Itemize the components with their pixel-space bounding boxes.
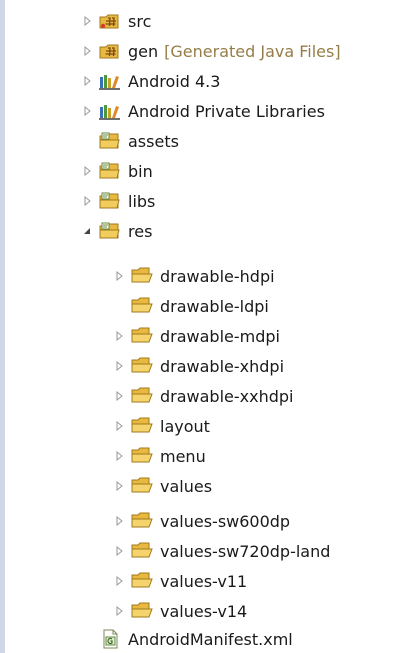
tree-item-bin[interactable]: bin (80, 156, 153, 186)
tree-item-label: src (128, 11, 152, 31)
tree-item-label: drawable-ldpi (160, 296, 269, 316)
folder-icon (130, 325, 154, 347)
tree-item-label: drawable-xhdpi (160, 356, 285, 376)
tree-item-values-sw720dp-land[interactable]: values-sw720dp-land (112, 536, 330, 566)
folder-icon (130, 570, 154, 592)
tree-item-label: bin (128, 161, 153, 181)
package-folder-icon (98, 160, 122, 182)
tree-item-decoration: [Generated Java Files] (164, 41, 341, 61)
library-icon (98, 100, 122, 122)
tree-item-drawable-xhdpi[interactable]: drawable-xhdpi (112, 351, 284, 381)
tree-item-label: values (160, 476, 213, 496)
folder-icon (130, 475, 154, 497)
expand-collapsed-icon[interactable] (80, 164, 94, 178)
folder-icon (130, 600, 154, 622)
folder-icon (130, 510, 154, 532)
source-folder-icon (98, 10, 122, 32)
tree-item-drawable-hdpi[interactable]: drawable-hdpi (112, 261, 275, 291)
tree-item-values-sw600dp[interactable]: values-sw600dp (112, 506, 290, 536)
folder-icon (130, 355, 154, 377)
package-folder-icon (98, 220, 122, 242)
tree-item-drawable-mdpi[interactable]: drawable-mdpi (112, 321, 280, 351)
expand-collapsed-icon[interactable] (112, 269, 126, 283)
folder-icon (130, 265, 154, 287)
tree-item-label: Android 4.3 (128, 71, 221, 91)
tree-item-drawable-xxhdpi[interactable]: drawable-xxhdpi (112, 381, 293, 411)
expand-collapsed-icon[interactable] (112, 514, 126, 528)
source-folder-icon (98, 40, 122, 62)
tree-item-label: AndroidManifest.xml (128, 629, 293, 649)
tree-item-label: drawable-mdpi (160, 326, 280, 346)
expand-collapsed-icon[interactable] (80, 104, 94, 118)
expand-collapsed-icon[interactable] (80, 44, 94, 58)
tree-item-androidmanifest-xml[interactable]: AndroidManifest.xml (80, 624, 293, 653)
tree-item-label: libs (128, 191, 156, 211)
tree-item-src[interactable]: src (80, 6, 151, 36)
expand-collapsed-icon[interactable] (112, 359, 126, 373)
tree-item-layout[interactable]: layout (112, 411, 210, 441)
expand-collapsed-icon[interactable] (112, 389, 126, 403)
tree-item-label: values-v11 (160, 571, 248, 591)
expand-collapsed-icon[interactable] (80, 194, 94, 208)
expand-collapsed-icon[interactable] (80, 14, 94, 28)
package-explorer: src gen [Generated Java Files] Android 4… (0, 0, 406, 653)
tree-item-drawable-ldpi[interactable]: drawable-ldpi (112, 291, 269, 321)
tree-item-android-private-libraries[interactable]: Android Private Libraries (80, 96, 325, 126)
tree-item-label: assets (128, 131, 179, 151)
expand-collapsed-icon[interactable] (112, 574, 126, 588)
expand-collapsed-icon[interactable] (112, 604, 126, 618)
tree-item-label: Android Private Libraries (128, 101, 325, 121)
tree-item-label: layout (160, 416, 210, 436)
tree-item-assets[interactable]: assets (80, 126, 179, 156)
tree-item-menu[interactable]: menu (112, 441, 206, 471)
folder-icon (130, 385, 154, 407)
tree-item-label: res (128, 221, 153, 241)
folder-icon (130, 540, 154, 562)
tree-item-libs[interactable]: libs (80, 186, 155, 216)
tree-item-android-4-3[interactable]: Android 4.3 (80, 66, 220, 96)
tree-item-label: values-sw720dp-land (160, 541, 331, 561)
package-folder-icon (98, 190, 122, 212)
tree-item-label: drawable-xxhdpi (160, 386, 294, 406)
expand-collapsed-icon[interactable] (112, 544, 126, 558)
tree-item-label: values-sw600dp (160, 511, 291, 531)
folder-icon (130, 445, 154, 467)
expand-collapsed-icon[interactable] (112, 479, 126, 493)
tree-item-label: drawable-hdpi (160, 266, 275, 286)
folder-icon (130, 415, 154, 437)
tree-item-values-v11[interactable]: values-v11 (112, 566, 247, 596)
tree-item-values[interactable]: values (112, 471, 212, 501)
expand-expanded-icon[interactable] (80, 224, 94, 238)
expand-collapsed-icon[interactable] (112, 449, 126, 463)
tree-item-values-v14[interactable]: values-v14 (112, 596, 247, 626)
xml-file-icon (98, 628, 122, 650)
library-icon (98, 70, 122, 92)
expand-collapsed-icon[interactable] (112, 419, 126, 433)
folder-icon (130, 295, 154, 317)
tree-item-label: menu (160, 446, 206, 466)
tree-item-label: gen (128, 41, 159, 61)
expand-collapsed-icon[interactable] (112, 329, 126, 343)
tree-item-label: values-v14 (160, 601, 248, 621)
tree-item-res[interactable]: res (80, 216, 152, 246)
tree-item-gen[interactable]: gen [Generated Java Files] (80, 36, 341, 66)
expand-collapsed-icon[interactable] (80, 74, 94, 88)
package-folder-icon (98, 130, 122, 152)
project-tree: src gen [Generated Java Files] Android 4… (0, 0, 406, 653)
